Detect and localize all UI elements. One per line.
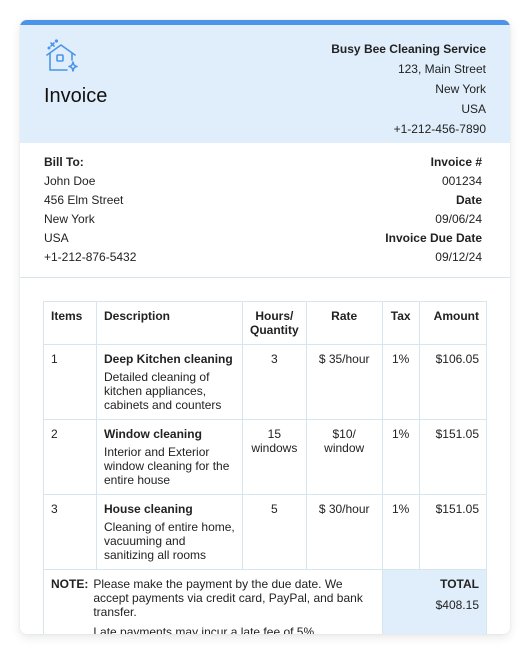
table-row: 3 House cleaning Cleaning of entire home… [43,494,488,570]
note-total-row: NOTE: Please make the payment by the due… [43,569,488,634]
house-sparkle-icon [46,39,78,72]
item-quantity: 5 [242,494,307,570]
item-quantity: 3 [242,344,307,420]
item-tax: 1% [381,494,420,570]
table-header-row: Items Description Hours/Quantity Rate Ta… [43,301,488,345]
item-number: 2 [43,419,97,495]
item-number: 1 [43,344,97,420]
item-detail: Cleaning of entire home, vacuuming and s… [104,520,235,562]
item-amount: $151.05 [418,494,488,570]
billing-section: Bill To: John Doe 456 Elm Street New Yor… [20,143,510,278]
item-title: Window cleaning [104,427,202,441]
item-tax: 1% [381,419,420,495]
company-phone: +1-212-456-7890 [393,122,486,136]
table-row: 2 Window cleaning Interior and Exterior … [43,419,488,495]
bill-to-label: Bill To: [44,155,84,169]
item-quantity: 15 windows [242,419,307,495]
company-city: New York [435,82,486,96]
header-tax: Tax [381,301,420,345]
bill-to-country: USA [44,231,69,245]
invoice-header: Invoice Busy Bee Cleaning Service 123, M… [20,25,510,143]
header-amount: Amount [418,301,488,345]
header-quantity-line1: Hours/ [255,309,294,323]
invoice-card: Invoice Busy Bee Cleaning Service 123, M… [20,20,510,634]
item-rate: $ 30/hour [305,494,383,570]
header-quantity-line2: Quantity [250,323,299,337]
item-description: Deep Kitchen cleaning Detailed cleaning … [96,344,243,420]
company-name: Busy Bee Cleaning Service [331,42,486,56]
item-detail: Interior and Exterior window cleaning fo… [104,445,230,487]
total-value: $408.15 [435,598,479,612]
invoice-meta: Invoice # 001234 Date 09/06/24 Invoice D… [385,153,482,267]
bill-to-phone: +1-212-876-5432 [44,250,137,264]
due-date: 09/12/24 [435,250,482,264]
company-info: Busy Bee Cleaning Service 123, Main Stre… [331,39,486,139]
total-cell: TOTAL $408.15 [381,569,488,634]
item-rate: $10/ window [305,419,383,495]
invoice-number-label: Invoice # [430,155,482,169]
item-title: Deep Kitchen cleaning [104,352,233,366]
item-title: House cleaning [104,502,193,516]
bill-to: Bill To: John Doe 456 Elm Street New Yor… [44,153,136,267]
note-text: Please make the payment by the due date.… [93,577,363,619]
company-street: 123, Main Street [397,62,486,76]
line-items-table: Items Description Hours/Quantity Rate Ta… [43,301,488,634]
item-detail: Detailed cleaning of kitchen appliances,… [104,370,222,412]
company-country: USA [461,102,486,116]
payment-note: NOTE: Please make the payment by the due… [43,569,383,634]
item-number: 3 [43,494,97,570]
bill-to-name: John Doe [44,174,96,188]
header-quantity: Hours/Quantity [242,301,307,345]
invoice-date: 09/06/24 [435,212,482,226]
item-description: House cleaning Cleaning of entire home, … [96,494,243,570]
item-rate: $ 35/hour [305,344,383,420]
header-items: Items [43,301,97,345]
bill-to-city: New York [44,212,95,226]
item-tax: 1% [381,344,420,420]
due-date-label: Invoice Due Date [385,231,482,245]
late-fee-text: Late payments may incur a late fee of 5%… [93,625,318,634]
note-label: NOTE: [51,577,89,591]
invoice-date-label: Date [455,193,482,207]
item-amount: $106.05 [418,344,488,420]
item-amount: $151.05 [418,419,488,495]
bill-to-street: 456 Elm Street [44,193,124,207]
total-label: TOTAL [440,577,479,591]
header-rate: Rate [305,301,383,345]
header-description: Description [96,301,243,345]
invoice-number: 001234 [441,174,482,188]
invoice-title: Invoice [44,85,108,107]
table-row: 1 Deep Kitchen cleaning Detailed cleanin… [43,344,488,420]
item-description: Window cleaning Interior and Exterior wi… [96,419,243,495]
